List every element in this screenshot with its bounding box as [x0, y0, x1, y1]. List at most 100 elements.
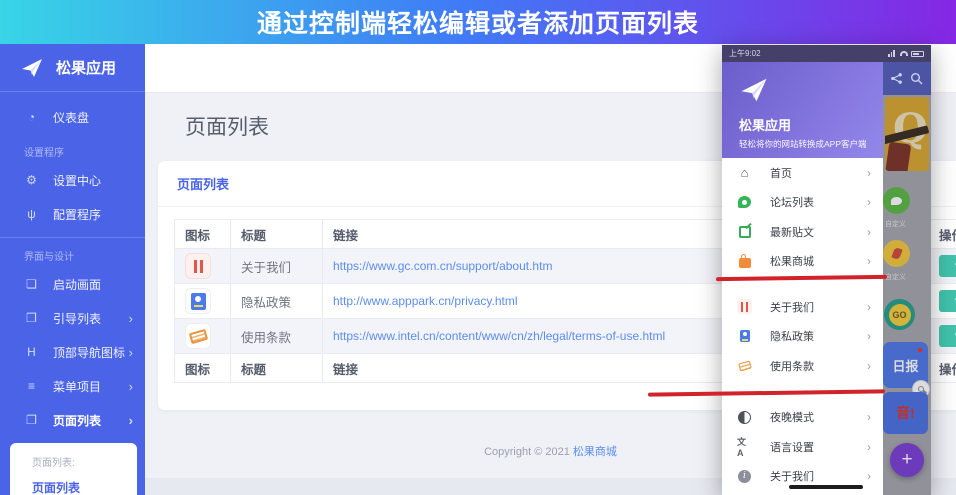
chevron-right-icon: › [867, 195, 871, 210]
sidebar-item-guide-list[interactable]: ❒ 引导列表 › [0, 301, 145, 335]
submenu-label: 页面列表: [32, 458, 75, 469]
drawer-item-posts[interactable]: 最新贴文 › [722, 217, 883, 247]
col-footer-icon: 图标 [174, 353, 231, 383]
drawer-header: 松果应用 轻松将你的网站转换成APP客户端 [722, 62, 883, 158]
chevron-right-icon: › [867, 224, 871, 239]
about-page-icon [185, 253, 211, 279]
edit-button[interactable]: ✎ [939, 325, 956, 347]
phone-screenshot: 上午9:02 Q [722, 45, 931, 495]
copyright-brand-link[interactable]: 松果商城 [573, 446, 617, 458]
shop-bag-icon [737, 254, 752, 269]
phone-status-bar: 上午9:02 [722, 45, 931, 62]
forum-icon [737, 195, 752, 210]
topnav-icon: H [27, 345, 36, 359]
sidebar-section-design: 界面与设计 [24, 252, 74, 263]
chevron-right-icon: › [128, 412, 133, 428]
paper-plane-icon [22, 58, 42, 77]
dashboard-icon: ◔ [27, 110, 36, 124]
drawer-app-name: 松果应用 [739, 118, 792, 133]
home-indicator [789, 485, 863, 489]
chevron-right-icon: › [867, 329, 871, 344]
gear-icon: ⚙ [26, 173, 37, 187]
custom-app-icon-yellow [883, 240, 910, 267]
page-title: 页面列表 [185, 116, 269, 139]
signal-icon [888, 50, 897, 57]
battery-icon [911, 50, 924, 57]
sidebar-logo[interactable]: 松果应用 [0, 44, 145, 92]
sidebar-item-settings-center[interactable]: ⚙ 设置中心 [0, 163, 145, 197]
terms-page-icon [185, 323, 211, 349]
privacy-page-icon [185, 288, 211, 314]
col-footer-action: 操作 [928, 353, 956, 383]
info-icon: i [737, 469, 752, 484]
pages-icon: ❐ [26, 413, 37, 427]
sidebar-item-dashboard[interactable]: ◔ 仪表盘 [0, 100, 145, 134]
edit-button[interactable]: ✎ [939, 290, 956, 312]
sidebar-item-menu-items[interactable]: ≡ 菜单项目 › [0, 369, 145, 403]
custom-app-icon-green [883, 187, 910, 214]
chevron-right-icon: › [867, 469, 871, 484]
banner-title: 通过控制端轻松编辑或者添加页面列表 [256, 10, 699, 38]
drawer-item-forum[interactable]: 论坛列表 › [722, 188, 883, 218]
search-icon[interactable] [910, 72, 923, 85]
new-post-icon [737, 222, 752, 239]
plug-icon: ψ [27, 207, 36, 221]
about-page-icon [737, 299, 752, 315]
status-time: 上午9:02 [729, 49, 761, 58]
chevron-right-icon: › [867, 439, 871, 454]
splash-icon: ❏ [26, 277, 37, 291]
drawer-tagline: 轻松将你的网站转换成APP客户端 [739, 139, 867, 149]
page-link[interactable]: https://www.intel.cn/content/www/cn/zh/l… [333, 329, 665, 343]
submenu-item-page-list[interactable]: 页面列表 [32, 479, 137, 495]
chevron-right-icon: › [128, 378, 133, 394]
drawer-item-language[interactable]: 文A 语言设置 › [722, 432, 883, 462]
sidebar-item-page-list[interactable]: ❐ 页面列表 › [0, 403, 145, 437]
night-mode-icon [737, 410, 752, 425]
page-link[interactable]: https://www.gc.com.cn/support/about.htm [333, 259, 552, 273]
sound-tile: 音! [883, 392, 928, 434]
col-header-icon: 图标 [174, 219, 231, 249]
drawer-item-terms[interactable]: 使用条款 › [722, 351, 883, 381]
sidebar-item-top-nav[interactable]: H 顶部导航图标 › [0, 335, 145, 369]
custom-label: 自定义 [885, 274, 906, 281]
go-badge: GO [884, 299, 915, 330]
page-title-cell: 关于我们 [230, 248, 323, 284]
drawer-item-about[interactable]: 关于我们 › [722, 292, 883, 322]
chevron-right-icon: › [128, 344, 133, 360]
drawer-item-privacy[interactable]: 隐私政策 › [722, 322, 883, 352]
add-fab: + [890, 443, 924, 477]
drawer-item-night-mode[interactable]: 夜晚模式 › [722, 403, 883, 433]
admin-sidebar: 松果应用 ◔ 仪表盘 设置程序 ⚙ 设置中心 ψ 配置程序 界面与设计 ❏ 启动… [0, 44, 145, 495]
chevron-right-icon: › [867, 299, 871, 314]
list-icon: ≡ [27, 379, 35, 393]
app-logo-label: 松果应用 [56, 60, 117, 77]
translate-icon: 文A [737, 437, 747, 459]
chevron-right-icon: › [867, 165, 871, 180]
page-title-cell: 隐私政策 [230, 283, 323, 319]
promo-banner: 通过控制端轻松编辑或者添加页面列表 [0, 0, 956, 44]
home-icon: ⌂ [740, 165, 749, 181]
game-ad-image: Q [885, 97, 929, 171]
sidebar-item-config-app[interactable]: ψ 配置程序 [0, 197, 145, 231]
app-preview-strip: Q 自定义 自定义 GO 日报 音! + [883, 62, 931, 495]
col-header-title: 标题 [230, 219, 323, 249]
app-toolbar [883, 62, 931, 95]
chevron-right-icon: › [867, 254, 871, 269]
paper-plane-icon [741, 78, 767, 102]
terms-page-icon [737, 358, 752, 373]
custom-label: 自定义 [885, 221, 906, 228]
edit-button[interactable]: ✎ [939, 255, 956, 277]
col-footer-title: 标题 [230, 353, 323, 383]
drawer-item-home[interactable]: ⌂ 首页 › [722, 158, 883, 188]
wifi-icon [900, 51, 908, 56]
sidebar-submenu: 页面列表: 页面列表 添加页面 [10, 443, 137, 495]
guide-icon: ❒ [26, 311, 37, 325]
chevron-right-icon: › [867, 358, 871, 373]
sidebar-item-splash[interactable]: ❏ 启动画面 [0, 267, 145, 301]
share-icon[interactable] [891, 73, 902, 84]
sidebar-section-settings: 设置程序 [24, 148, 64, 159]
page-link[interactable]: http://www.apppark.cn/privacy.html [333, 294, 518, 308]
drawer-item-mall[interactable]: 松果商城 › [722, 247, 883, 277]
col-header-action: 操作 [928, 219, 956, 249]
privacy-page-icon [737, 329, 752, 344]
